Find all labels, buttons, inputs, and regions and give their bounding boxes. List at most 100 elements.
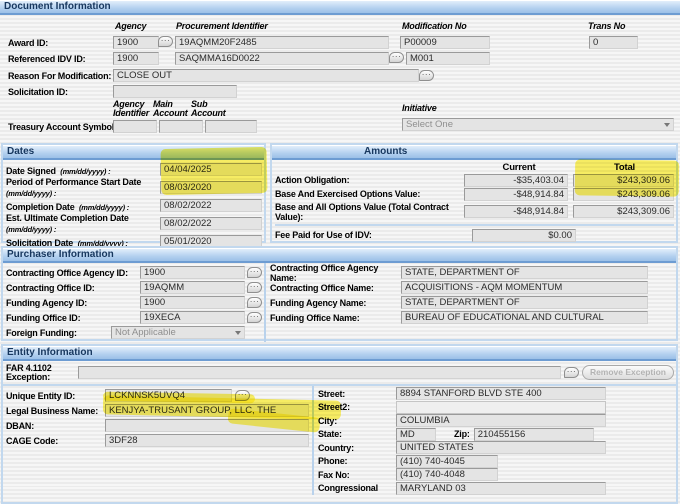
co-agency-name-row: Contracting Office Agency Name: STATE, D… [270,265,648,280]
referenced-idv-mod-field[interactable]: M001 [406,52,490,65]
base-exercised-current-field[interactable]: -$48,914.84 [464,188,568,201]
foreign-funding-selected-value: Not Applicable [115,327,176,338]
reason-for-modification-picker-button[interactable]: ··· [419,70,434,81]
fund-office-id-field[interactable]: 19XECA [140,311,245,324]
fund-office-name-field[interactable]: BUREAU OF EDUCATIONAL AND CULTURAL [401,311,648,324]
action-obligation-label: Action Obligation: [275,175,464,185]
entity-title: Entity Information [7,347,93,358]
fee-paid-field[interactable]: $0.00 [472,229,576,242]
purchaser-title: Purchaser Information [7,249,114,260]
far-label-line2: Exception: [6,372,50,382]
amounts-total-column-header: Total [575,162,674,173]
amounts-panel: Amounts Current Total Action Obligation:… [270,143,678,243]
tas-main-account-field[interactable] [159,120,203,133]
co-name-row: Contracting Office Name: ACQUISITIONS - … [270,280,648,295]
base-all-options-row: Base and All Options Value (Total Contra… [275,201,674,222]
co-name-field[interactable]: ACQUISITIONS - AQM MOMENTUM [401,281,648,294]
base-exercised-label: Base And Exercised Options Value: [275,189,464,199]
cage-code-label: CAGE Code: [6,436,105,446]
foreign-funding-label: Foreign Funding: [6,328,111,338]
country-field[interactable]: UNITED STATES [396,441,606,454]
award-id-agency-picker-button[interactable]: ··· [158,36,173,47]
award-id-piid-field[interactable]: 19AQMM20F2485 [175,36,389,49]
foreign-funding-select[interactable]: Not Applicable [111,326,245,339]
uei-picker-button[interactable]: ··· [235,390,250,401]
fund-agency-name-field[interactable]: STATE, DEPARTMENT OF [401,296,648,309]
completion-date-row: Completion Date (mm/dd/yyyy) : 08/02/202… [6,198,262,213]
referenced-idv-piid-field[interactable]: SAQMMA16D0022 [175,52,389,65]
referenced-idv-picker-button[interactable]: ··· [389,52,404,63]
est-ultimate-field[interactable]: 08/02/2022 [160,217,262,230]
fund-office-id-picker-button[interactable]: ··· [247,312,262,323]
uei-row: Unique Entity ID: LCKNNSK5UVQ4 ··· [6,388,312,403]
amounts-title: Amounts [364,146,407,157]
chevron-down-icon [235,331,241,335]
fax-field[interactable]: (410) 740-4048 [396,468,498,481]
award-id-mod-field[interactable]: P00009 [400,36,490,49]
entity-left-column: Unique Entity ID: LCKNNSK5UVQ4 ··· Legal… [3,386,314,495]
tas-agency-identifier-field[interactable] [113,120,157,133]
base-exercised-total-field[interactable]: $243,309.06 [573,188,674,201]
zip-field[interactable]: 210455156 [474,428,594,441]
base-all-options-total-field[interactable]: $243,309.06 [573,205,674,218]
congressional-field[interactable]: MARYLAND 03 [396,482,606,495]
action-obligation-row: Action Obligation: -$35,403.04 $243,309.… [275,173,674,187]
dban-field[interactable] [105,419,309,432]
est-ultimate-row: Est. Ultimate Completion Date (mm/dd/yyy… [6,213,262,234]
co-agency-id-field[interactable]: 1900 [140,266,245,279]
column-header-trans-no: Trans No [588,21,625,31]
base-all-options-current-field[interactable]: -$48,914.84 [464,205,568,218]
far-exception-field[interactable] [78,366,561,379]
referenced-idv-agency-field[interactable]: 1900 [113,52,159,65]
amounts-column-headers: Current Total [275,161,674,173]
solicitation-id-field[interactable] [113,85,237,98]
document-information-title: Document Information [4,1,111,12]
far-exception-picker-button[interactable]: ··· [564,367,579,378]
chevron-down-icon [664,123,670,127]
uei-field[interactable]: LCKNNSK5UVQ4 [105,389,232,402]
action-obligation-total-field[interactable]: $243,309.06 [573,174,674,187]
amounts-current-column-header: Current [468,162,570,173]
remove-exception-button[interactable]: Remove Exception [582,365,674,380]
street-field[interactable]: 8894 STANFORD BLVD STE 400 [396,387,606,400]
street2-field[interactable] [396,401,606,414]
phone-field[interactable]: (410) 740-4045 [396,455,498,468]
fpds-document-page: { "colors": { "header_text": "#17375e", … [0,0,680,487]
column-header-agency: Agency [115,21,146,31]
date-signed-field[interactable]: 04/04/2025 [160,163,262,176]
fund-office-name-row: Funding Office Name: BUREAU OF EDUCATION… [270,310,648,325]
co-agency-name-field[interactable]: STATE, DEPARTMENT OF [401,266,648,279]
cage-code-field[interactable]: 3DF28 [105,434,309,447]
trans-no-field[interactable]: 0 [589,36,638,49]
column-header-modification-no: Modification No [402,21,467,31]
tas-sub-account-field[interactable] [205,120,257,133]
co-id-field[interactable]: 19AQMM [140,281,245,294]
action-obligation-current-field[interactable]: -$35,403.04 [464,174,568,187]
fund-agency-id-picker-button[interactable]: ··· [247,297,262,308]
section-header-dates: Dates [3,145,264,160]
co-agency-name-label: Contracting Office Agency Name: [270,263,401,283]
tas-main-account-header: Main Account [153,100,188,118]
award-id-agency-field[interactable]: 1900 [113,36,159,49]
pop-start-field[interactable]: 08/03/2020 [160,181,262,194]
fee-paid-row: Fee Paid for Use of IDV: $0.00 [275,228,674,242]
city-field[interactable]: COLUMBIA [396,414,606,427]
fax-row: Fax No: (410) 740-4048 [318,468,606,482]
co-agency-id-picker-button[interactable]: ··· [247,267,262,278]
completion-date-field[interactable]: 08/02/2022 [160,199,262,212]
fax-label: Fax No: [318,470,396,480]
pop-start-row: Period of Performance Start Date (mm/dd/… [6,177,262,198]
state-field[interactable]: MD [396,428,436,441]
fund-agency-id-field[interactable]: 1900 [140,296,245,309]
street-label: Street: [318,389,396,399]
reason-for-modification-field[interactable]: CLOSE OUT [113,69,419,82]
co-id-picker-button[interactable]: ··· [247,282,262,293]
street-row: Street: 8894 STANFORD BLVD STE 400 [318,387,606,401]
legal-name-row: Legal Business Name: KENJYA-TRUSANT GROU… [6,403,312,418]
street2-row: Street2: [318,401,606,415]
legal-name-field[interactable]: KENJYA-TRUSANT GROUP, LLC, THE [105,404,309,417]
uei-label: Unique Entity ID: [6,391,105,401]
section-header-purchaser: Purchaser Information [3,248,676,263]
initiative-select[interactable]: Select One [402,118,674,131]
co-id-row: Contracting Office ID: 19AQMM ··· [6,280,264,295]
